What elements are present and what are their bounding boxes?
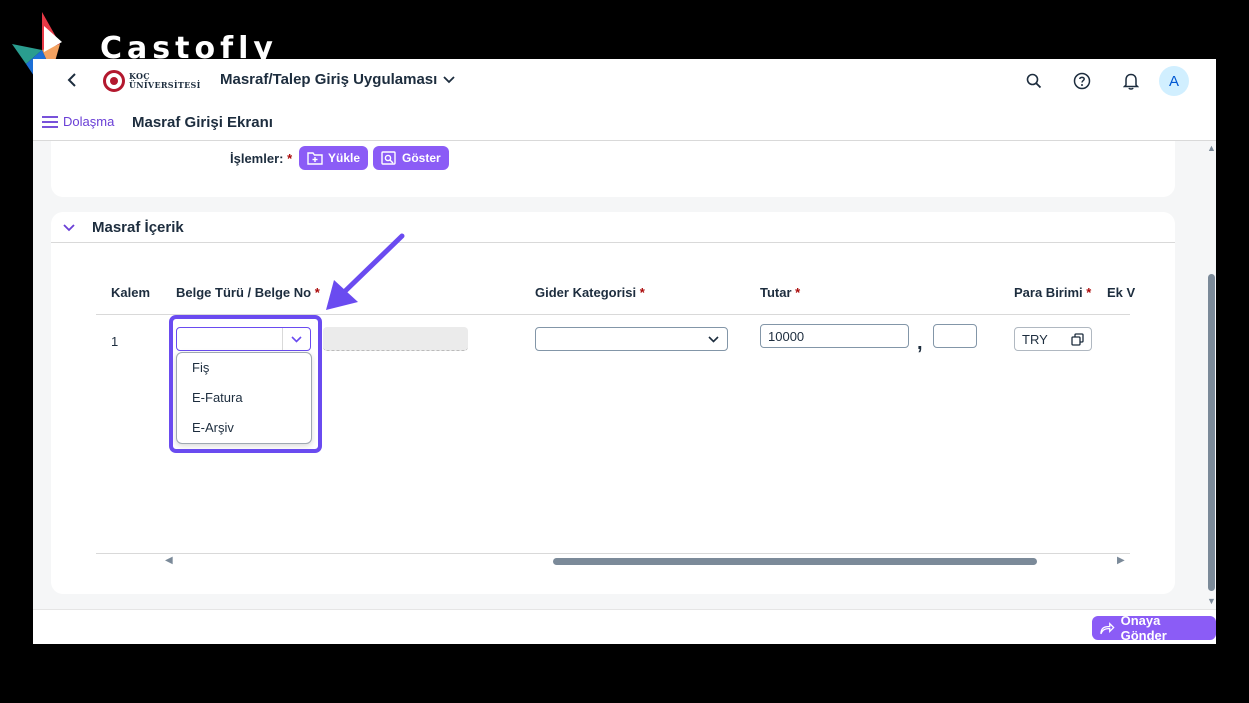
navigation-button[interactable]: Dolaşma xyxy=(42,114,114,129)
logo-line-2: ÜNİVERSİTESİ xyxy=(129,80,201,90)
expense-category-dropdown-button[interactable] xyxy=(699,328,727,350)
annotation-arrow xyxy=(326,233,405,310)
item-number: 1 xyxy=(111,334,119,349)
show-button[interactable]: Göster xyxy=(373,146,449,170)
page-title: Masraf Girişi Ekranı xyxy=(132,114,273,131)
hamburger-menu-icon xyxy=(42,115,58,128)
vertical-scrollbar-thumb[interactable] xyxy=(1208,274,1215,591)
search-button[interactable] xyxy=(1023,70,1045,92)
annotation-highlight-box xyxy=(169,315,322,453)
koc-university-logo[interactable]: KOÇ ÜNİVERSİTESİ xyxy=(103,70,201,92)
section-title: Masraf İçerik xyxy=(92,219,184,236)
decimal-separator: , xyxy=(917,332,923,354)
column-header-document: Belge Türü / Belge No * xyxy=(176,285,320,300)
currency-field[interactable]: TRY xyxy=(1014,327,1092,351)
app-window: KOÇ ÜNİVERSİTESİ Masraf/Talep Giriş Uygu… xyxy=(33,59,1216,644)
required-marker: * xyxy=(287,151,293,166)
footer-bar: Onaya Gönder xyxy=(33,609,1216,644)
forward-arrow-icon xyxy=(1100,621,1115,634)
send-for-approval-button[interactable]: Onaya Gönder xyxy=(1092,613,1216,643)
upload-button[interactable]: Yükle xyxy=(299,146,369,170)
value-help-icon[interactable] xyxy=(1071,333,1084,346)
preview-search-icon xyxy=(381,151,396,165)
expense-category-select[interactable] xyxy=(535,327,728,351)
amount-decimal-input[interactable] xyxy=(933,324,977,348)
chevron-down-icon xyxy=(63,224,75,232)
scroll-down-icon[interactable]: ▼ xyxy=(1207,596,1216,606)
app-title: Masraf/Talep Giriş Uygulaması xyxy=(220,71,438,88)
koc-logo-icon xyxy=(103,70,125,92)
show-label: Göster xyxy=(402,151,441,165)
help-icon xyxy=(1073,72,1091,90)
operations-card: İşlemler: * Yükle Göster xyxy=(51,141,1175,197)
back-button[interactable] xyxy=(63,71,81,91)
chevron-down-icon xyxy=(707,335,719,343)
amount-input[interactable]: 10000 xyxy=(760,324,909,348)
bell-icon xyxy=(1123,73,1139,90)
operations-label: İşlemler: * xyxy=(230,151,293,166)
upload-label: Yükle xyxy=(328,151,361,165)
user-avatar[interactable]: A xyxy=(1159,66,1189,96)
sub-header: Dolaşma Masraf Girişi Ekranı xyxy=(33,103,1216,141)
navigation-label: Dolaşma xyxy=(63,114,115,129)
folder-add-icon xyxy=(307,152,323,165)
scroll-left-icon[interactable]: ◀ xyxy=(165,555,173,566)
column-header-amount: Tutar * xyxy=(760,285,801,300)
chevron-left-icon xyxy=(67,73,76,87)
shell-bar: KOÇ ÜNİVERSİTESİ Masraf/Talep Giriş Uygu… xyxy=(33,59,1216,103)
column-header-currency: Para Birimi * xyxy=(1014,285,1092,300)
column-header-attachment: Ek V xyxy=(1107,285,1136,300)
horizontal-scrollbar-thumb[interactable] xyxy=(553,558,1037,565)
search-icon xyxy=(1026,73,1042,89)
expense-content-section: Masraf İçerik Kalem Belge Türü / Belge N… xyxy=(51,212,1175,594)
notifications-button[interactable] xyxy=(1120,70,1142,92)
send-for-approval-label: Onaya Gönder xyxy=(1120,613,1167,643)
section-header[interactable]: Masraf İçerik xyxy=(51,212,1175,243)
column-header-item: Kalem xyxy=(111,285,151,300)
scroll-up-icon[interactable]: ▲ xyxy=(1207,143,1216,153)
column-header-expense-category: Gider Kategorisi * xyxy=(535,285,645,300)
document-number-field xyxy=(323,327,468,351)
help-button[interactable] xyxy=(1071,70,1093,92)
scroll-right-icon[interactable]: ▶ xyxy=(1117,555,1125,566)
chevron-down-icon xyxy=(443,75,455,83)
table-bottom-divider xyxy=(96,553,1130,554)
app-title-menu[interactable]: Masraf/Talep Giriş Uygulaması xyxy=(220,71,455,88)
